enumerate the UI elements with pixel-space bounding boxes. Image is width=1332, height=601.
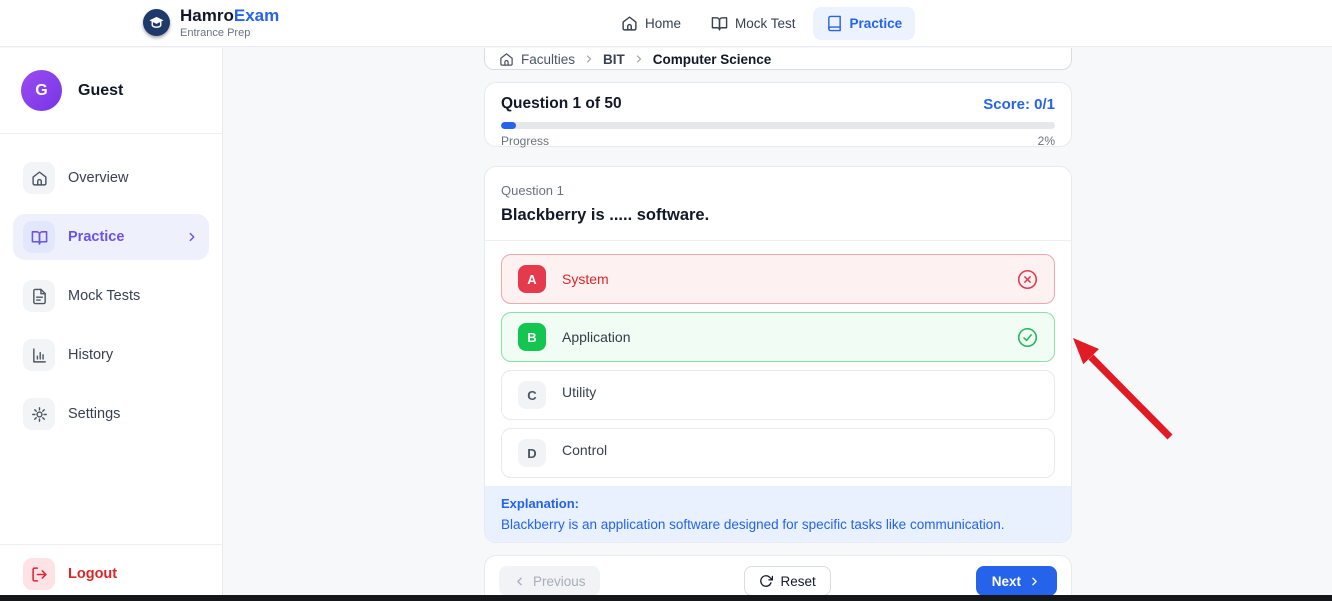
sidebar: G Guest Overview Practice	[0, 48, 223, 601]
options-list: A System B Application	[485, 241, 1071, 478]
sidebar-item-overview[interactable]: Overview	[13, 155, 209, 201]
breadcrumb-item-faculties[interactable]: Faculties	[499, 52, 575, 67]
option-text: System	[562, 271, 609, 287]
top-nav: Home Mock Test Practice	[608, 7, 915, 40]
book-icon	[826, 15, 843, 32]
nav-item-practice[interactable]: Practice	[813, 7, 916, 40]
option-d[interactable]: D Control	[501, 428, 1055, 478]
option-letter-badge: C	[518, 381, 546, 409]
gear-icon	[23, 398, 55, 430]
breadcrumb: Faculties BIT Computer Science	[484, 48, 1072, 70]
explanation-title: Explanation:	[501, 496, 1055, 511]
progress-bar	[501, 122, 1055, 129]
sidebar-item-label: Practice	[68, 229, 124, 245]
score-label: Score: 0/1	[983, 96, 1055, 113]
question-text: Blackberry is ..... software.	[501, 206, 1055, 225]
option-text: Utility	[562, 384, 596, 400]
sidebar-nav: Overview Practice Mock Tests	[0, 134, 222, 437]
chevron-right-icon	[1028, 575, 1041, 588]
refresh-icon	[759, 574, 773, 588]
reset-button[interactable]: Reset	[744, 566, 830, 596]
sidebar-item-practice[interactable]: Practice	[13, 214, 209, 260]
option-b[interactable]: B Application	[501, 312, 1055, 362]
home-icon	[499, 52, 514, 67]
chevron-left-icon	[513, 575, 526, 588]
sidebar-item-label: History	[68, 347, 113, 363]
chevron-right-icon	[633, 53, 645, 65]
breadcrumb-item-current: Computer Science	[653, 52, 772, 67]
app-tagline: Entrance Prep	[180, 27, 279, 39]
nav-label: Home	[645, 16, 681, 31]
option-c[interactable]: C Utility	[501, 370, 1055, 420]
next-button[interactable]: Next	[976, 566, 1057, 596]
sidebar-item-history[interactable]: History	[13, 332, 209, 378]
app-header: HamroExam Entrance Prep Home Mock Test	[0, 0, 1332, 47]
logout-icon	[23, 558, 55, 590]
progress-card: Question 1 of 50 Score: 0/1 Progress 2%	[484, 82, 1072, 147]
file-text-icon	[23, 280, 55, 312]
app-title: HamroExam	[180, 7, 279, 26]
sidebar-item-settings[interactable]: Settings	[13, 391, 209, 437]
question-card: Question 1 Blackberry is ..... software.…	[484, 166, 1072, 543]
option-letter-badge: B	[518, 323, 546, 351]
x-circle-icon	[1017, 269, 1038, 290]
question-counter: Question 1 of 50	[501, 95, 622, 113]
avatar: G	[21, 70, 62, 111]
sidebar-item-label: Settings	[68, 406, 120, 422]
nav-item-mock-test[interactable]: Mock Test	[698, 7, 809, 40]
main-content: Faculties BIT Computer Science Question …	[224, 48, 1332, 601]
chevron-right-icon	[185, 230, 199, 244]
sidebar-item-label: Overview	[68, 170, 128, 186]
breadcrumb-item-bit[interactable]: BIT	[603, 52, 625, 67]
bottom-edge-bar	[0, 595, 1332, 601]
progress-fill	[501, 122, 516, 129]
option-letter-badge: D	[518, 439, 546, 467]
logout-button[interactable]: Logout	[13, 554, 209, 594]
progress-caption: Progress	[501, 134, 549, 148]
bar-chart-icon	[23, 339, 55, 371]
open-book-icon	[23, 221, 55, 253]
logout-section: Logout	[0, 544, 222, 594]
option-text: Application	[562, 329, 631, 345]
home-icon	[621, 15, 638, 32]
brand: HamroExam Entrance Prep	[143, 7, 279, 39]
option-letter-badge: A	[518, 265, 546, 293]
graduation-cap-icon	[143, 9, 170, 36]
home-icon	[23, 162, 55, 194]
user-name: Guest	[78, 82, 123, 100]
nav-label: Practice	[850, 16, 903, 31]
nav-item-home[interactable]: Home	[608, 7, 694, 40]
sidebar-item-mock-tests[interactable]: Mock Tests	[13, 273, 209, 319]
logout-label: Logout	[68, 566, 117, 582]
user-section: G Guest	[0, 48, 222, 134]
nav-label: Mock Test	[735, 16, 796, 31]
option-text: Control	[562, 442, 607, 458]
progress-percent: 2%	[1038, 134, 1055, 148]
question-number: Question 1	[501, 183, 1055, 198]
explanation-text: Blackberry is an application software de…	[501, 517, 1055, 532]
check-circle-icon	[1017, 327, 1038, 348]
option-a[interactable]: A System	[501, 254, 1055, 304]
explanation-panel: Explanation: Blackberry is an applicatio…	[485, 486, 1071, 542]
sidebar-item-label: Mock Tests	[68, 288, 140, 304]
open-book-icon	[711, 15, 728, 32]
previous-button[interactable]: Previous	[499, 566, 600, 596]
chevron-right-icon	[583, 53, 595, 65]
